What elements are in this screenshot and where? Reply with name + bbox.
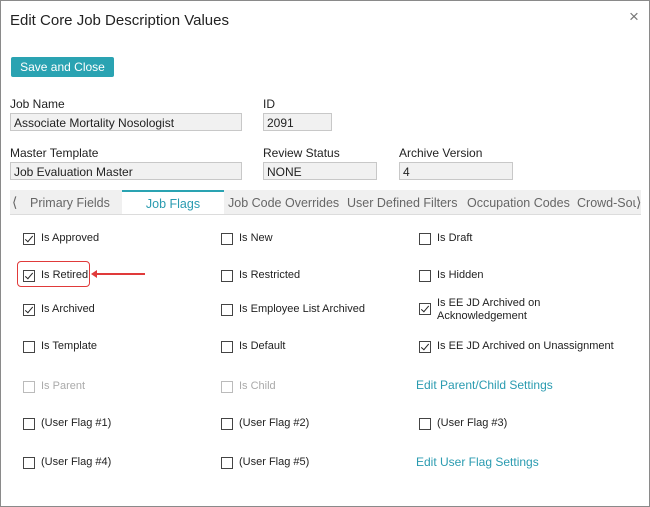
flag-label: Is Restricted <box>239 269 301 281</box>
tab-scroll-left-icon[interactable]: ⟨ <box>12 190 17 214</box>
flag-user-flag-5[interactable]: (User Flag #5) <box>221 456 309 472</box>
job-name-label: Job Name <box>10 97 65 111</box>
flag-label: Is Employee List Archived <box>239 303 365 315</box>
checkbox-icon[interactable] <box>23 341 35 353</box>
flag-is-hidden[interactable]: Is Hidden <box>419 269 483 285</box>
checkbox-disabled-icon <box>23 381 35 393</box>
checkbox-disabled-icon <box>221 381 233 393</box>
review-status-field[interactable]: NONE <box>263 162 377 180</box>
flag-is-restricted[interactable]: Is Restricted <box>221 269 300 285</box>
tab-job-flags[interactable]: Job Flags <box>122 190 224 214</box>
annotation-highlight-box <box>17 261 90 287</box>
checkbox-icon[interactable] <box>221 304 233 316</box>
flag-user-flag-3[interactable]: (User Flag #3) <box>419 417 507 433</box>
flag-label: Is New <box>239 232 273 244</box>
flag-is-approved[interactable]: Is Approved <box>23 232 99 248</box>
checkbox-checked-icon[interactable] <box>419 303 431 315</box>
archive-version-field[interactable]: 4 <box>399 162 513 180</box>
flag-label: Is Hidden <box>437 269 484 281</box>
flag-is-employee-list-archived[interactable]: Is Employee List Archived <box>221 303 365 319</box>
flag-is-child: Is Child <box>221 380 276 396</box>
checkbox-icon[interactable] <box>419 418 431 430</box>
flag-is-new[interactable]: Is New <box>221 232 273 248</box>
checkbox-checked-icon[interactable] <box>419 341 431 353</box>
checkbox-icon[interactable] <box>221 457 233 469</box>
flag-label: (User Flag #2) <box>239 417 310 429</box>
tab-primary-fields[interactable]: Primary Fields <box>30 190 110 214</box>
master-template-label: Master Template <box>10 146 99 160</box>
tab-bar: ⟨ Primary Fields Job Flags Job Code Over… <box>10 190 641 215</box>
flag-is-draft[interactable]: Is Draft <box>419 232 472 248</box>
flag-label: Is Approved <box>41 232 100 244</box>
flag-label: Is Default <box>239 340 286 352</box>
flag-label: Is Template <box>41 340 98 352</box>
tab-job-code-overrides[interactable]: Job Code Overrides <box>228 190 339 214</box>
checkbox-checked-icon[interactable] <box>23 233 35 245</box>
checkbox-icon[interactable] <box>23 418 35 430</box>
flag-is-parent: Is Parent <box>23 380 85 396</box>
checkbox-icon[interactable] <box>221 270 233 282</box>
job-name-field[interactable]: Associate Mortality Nosologist <box>10 113 242 131</box>
master-template-field[interactable]: Job Evaluation Master <box>10 162 242 180</box>
checkbox-icon[interactable] <box>221 418 233 430</box>
checkbox-icon[interactable] <box>221 341 233 353</box>
edit-dialog: Edit Core Job Description Values × Save … <box>0 0 650 507</box>
archive-version-label: Archive Version <box>399 146 483 160</box>
flag-is-ee-jd-archived-on-acknowledgement[interactable]: Is EE JD Archived on Acknowledgement <box>419 297 549 325</box>
review-status-label: Review Status <box>263 146 340 160</box>
tab-user-defined-filters[interactable]: User Defined Filters <box>347 190 457 214</box>
flag-label: (User Flag #3) <box>437 417 508 429</box>
edit-user-flag-settings-link[interactable]: Edit User Flag Settings <box>416 455 539 469</box>
id-field[interactable]: 2091 <box>263 113 332 131</box>
dialog-title: Edit Core Job Description Values <box>10 12 229 29</box>
tab-crowd-sourcing[interactable]: Crowd-Sourcing <box>577 190 636 214</box>
flag-label: Is EE JD Archived on Unassignment <box>437 340 614 352</box>
checkbox-icon[interactable] <box>23 457 35 469</box>
flag-user-flag-4[interactable]: (User Flag #4) <box>23 456 111 472</box>
flag-label: (User Flag #4) <box>41 456 112 468</box>
checkbox-icon[interactable] <box>419 270 431 282</box>
flag-is-archived[interactable]: Is Archived <box>23 303 95 319</box>
flag-label: Is Parent <box>41 380 86 392</box>
tab-scroll-right-icon[interactable]: ⟩ <box>636 190 641 214</box>
flag-label: Is Archived <box>41 303 95 315</box>
flag-label: (User Flag #1) <box>41 417 112 429</box>
tab-occupation-codes[interactable]: Occupation Codes <box>467 190 570 214</box>
flag-user-flag-2[interactable]: (User Flag #2) <box>221 417 309 433</box>
tabs-viewport: Primary Fields Job Flags Job Code Overri… <box>22 190 636 214</box>
checkbox-icon[interactable] <box>419 233 431 245</box>
edit-parent-child-settings-link[interactable]: Edit Parent/Child Settings <box>416 378 553 392</box>
flag-is-ee-jd-archived-on-unassignment[interactable]: Is EE JD Archived on Unassignment <box>419 340 614 356</box>
close-icon[interactable]: × <box>629 8 639 25</box>
flag-is-template[interactable]: Is Template <box>23 340 97 356</box>
flag-is-default[interactable]: Is Default <box>221 340 285 356</box>
checkbox-icon[interactable] <box>221 233 233 245</box>
save-and-close-button[interactable]: Save and Close <box>11 57 114 77</box>
flag-label: Is EE JD Archived on Acknowledgement <box>437 297 541 322</box>
checkbox-checked-icon[interactable] <box>23 304 35 316</box>
flag-label: (User Flag #5) <box>239 456 310 468</box>
flag-label: Is Child <box>239 380 276 392</box>
id-label: ID <box>263 97 275 111</box>
flag-label: Is Draft <box>437 232 473 244</box>
annotation-arrow-icon <box>91 270 97 278</box>
annotation-arrow-line <box>95 273 145 275</box>
flag-user-flag-1[interactable]: (User Flag #1) <box>23 417 111 433</box>
